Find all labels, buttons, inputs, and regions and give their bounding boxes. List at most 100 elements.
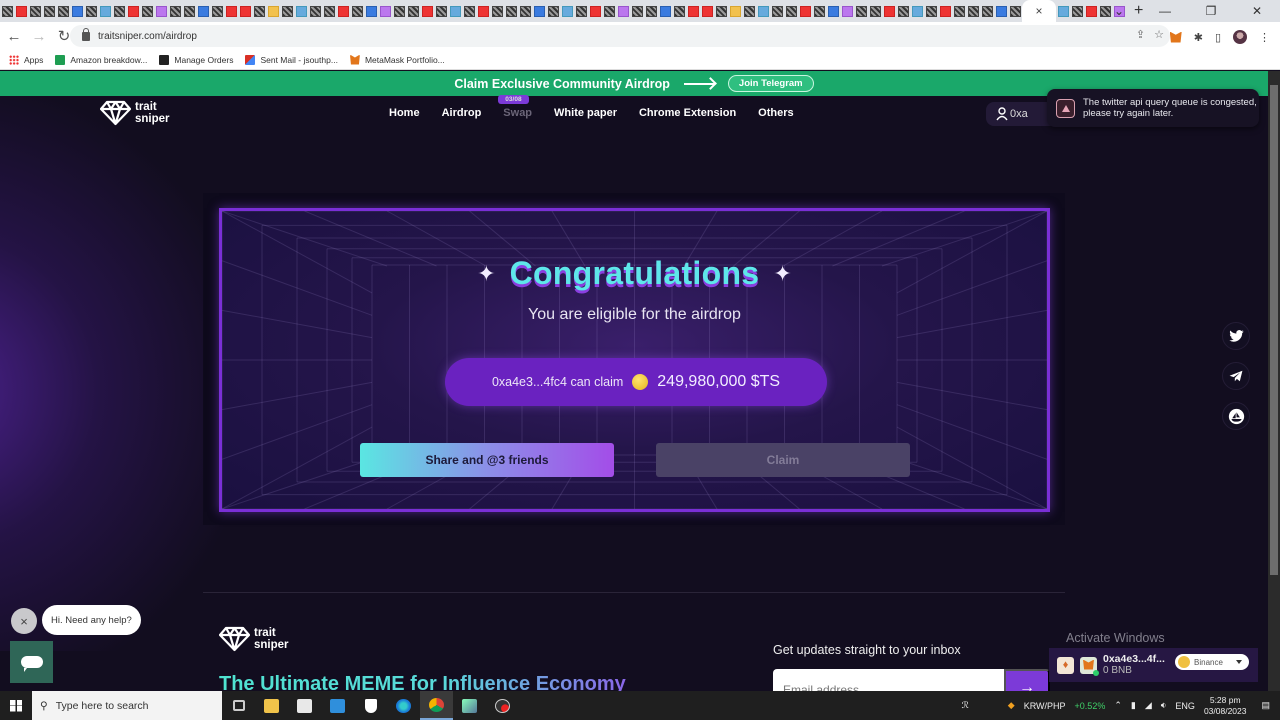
background-tab-favicon[interactable] [155,5,167,17]
email-input[interactable] [773,669,1005,691]
store-button[interactable] [288,691,321,720]
subscribe-button[interactable]: → [1004,669,1050,691]
background-tab-favicon[interactable] [449,5,461,17]
bookmark-star-icon[interactable]: ☆ [1154,28,1164,41]
background-tab-favicon[interactable] [99,5,111,17]
notes-button[interactable] [453,691,486,720]
bookmark-sent-mail[interactable]: Sent Mail - jsouthp... [245,54,338,65]
start-button[interactable] [0,699,32,712]
background-tab-favicon[interactable] [687,5,699,17]
background-tab-favicon[interactable] [771,5,783,17]
bookmark-manage-orders[interactable]: Manage Orders [159,54,233,65]
background-tab-favicon[interactable] [799,5,811,17]
background-tab-favicon[interactable] [309,5,321,17]
background-tab-favicon[interactable] [645,5,657,17]
background-tab-favicon[interactable] [183,5,195,17]
twitter-link[interactable] [1222,322,1250,350]
background-tab-favicon[interactable] [533,5,545,17]
background-tab-favicon[interactable] [575,5,587,17]
join-telegram-button[interactable]: Join Telegram [727,75,814,92]
wifi-icon[interactable]: ◢ [1145,700,1152,711]
taskbar-search[interactable]: ⚲ Type here to search [32,691,222,720]
background-tab-favicon[interactable] [869,5,881,17]
edge-button[interactable] [387,691,420,720]
background-tab-favicon[interactable] [1009,5,1021,17]
site-logo[interactable]: trait sniper [100,100,170,126]
background-tab-favicon[interactable] [715,5,727,17]
side-panel-icon[interactable]: ▯ [1215,31,1221,44]
background-tab-favicon[interactable] [1057,5,1069,17]
maximize-button[interactable]: ❐ [1188,4,1234,18]
background-tab-favicon[interactable] [631,5,643,17]
background-tab-favicon[interactable] [827,5,839,17]
chat-close-button[interactable]: × [11,608,37,634]
background-tab-favicon[interactable] [85,5,97,17]
background-tab-favicon[interactable] [911,5,923,17]
background-tab-favicon[interactable] [379,5,391,17]
footer-logo[interactable]: trait sniper [219,626,289,652]
notifications-icon[interactable]: ▤ [1261,700,1270,711]
bookmark-metamask-portfolio[interactable]: MetaMask Portfolio... [349,54,445,65]
opensea-link[interactable] [1222,402,1250,430]
background-tab-favicon[interactable] [71,5,83,17]
background-tab-favicon[interactable] [169,5,181,17]
background-tab-favicon[interactable] [673,5,685,17]
background-tab-favicon[interactable] [729,5,741,17]
background-tab-favicon[interactable] [617,5,629,17]
background-tab-favicon[interactable] [967,5,979,17]
background-tab-favicon[interactable] [841,5,853,17]
background-tab-favicon[interactable] [211,5,223,17]
nav-home[interactable]: Home [389,107,420,119]
background-tab-favicon[interactable] [253,5,265,17]
background-tab-favicon[interactable] [589,5,601,17]
background-tab-favicon[interactable] [295,5,307,17]
menu-kebab-icon[interactable]: ⋮ [1259,31,1270,44]
background-tab-favicon[interactable] [57,5,69,17]
background-tab-favicon[interactable] [897,5,909,17]
claim-button[interactable]: Claim [656,443,910,477]
background-tab-favicon[interactable] [141,5,153,17]
page-scrollbar[interactable] [1268,71,1280,691]
background-tab-favicon[interactable] [435,5,447,17]
network-select[interactable]: Binance [1175,654,1249,670]
background-tab-favicon[interactable] [281,5,293,17]
share-friends-button[interactable]: Share and @3 friends [360,443,614,477]
background-tab-favicon[interactable] [463,5,475,17]
bookmark-amazon-breakdown[interactable]: Amazon breakdow... [55,54,147,65]
background-tab-favicon[interactable] [505,5,517,17]
language-indicator[interactable]: ENG [1175,701,1195,711]
background-tab-favicon[interactable] [757,5,769,17]
telegram-link[interactable] [1222,362,1250,390]
background-tab-favicon[interactable] [491,5,503,17]
error-toast[interactable]: The twitter api query queue is congested… [1047,89,1259,127]
ticker-pair[interactable]: KRW/PHP [1024,701,1066,711]
extensions-puzzle-icon[interactable]: ✱ [1194,31,1203,44]
background-tab-favicon[interactable] [939,5,951,17]
back-button[interactable]: ← [3,28,25,45]
nav-airdrop[interactable]: Airdrop [442,107,482,119]
metamask-extension-icon[interactable] [1169,31,1182,43]
currency-widget-icon[interactable]: ◆ [1008,700,1015,711]
background-tab-favicon[interactable] [785,5,797,17]
microphone-icon[interactable]: ▮ [1131,700,1136,711]
people-icon[interactable]: ℛ [962,700,969,711]
background-tab-favicon[interactable] [337,5,349,17]
close-tab-icon[interactable]: × [1035,4,1042,18]
background-tab-favicon[interactable] [267,5,279,17]
background-tab-favicon[interactable] [981,5,993,17]
chrome-button[interactable] [420,691,453,720]
background-tab-favicon[interactable] [323,5,335,17]
nav-others[interactable]: Others [758,107,793,119]
scrollbar-thumb[interactable] [1270,85,1278,575]
chat-greeting[interactable]: Hi. Need any help? [42,605,141,635]
background-tab-favicon[interactable] [127,5,139,17]
background-tab-favicon[interactable] [197,5,209,17]
background-tab-favicon[interactable] [953,5,965,17]
background-tab-favicon[interactable] [393,5,405,17]
active-tab[interactable]: × [1022,0,1056,22]
background-tab-favicon[interactable] [421,5,433,17]
background-tab-favicon[interactable] [547,5,559,17]
wallet-widget[interactable]: ♦ 0xa4e3...4f... 0 BNB Binance [1049,648,1258,682]
background-tab-favicon[interactable] [925,5,937,17]
bookmark-apps[interactable]: Apps [9,54,43,65]
